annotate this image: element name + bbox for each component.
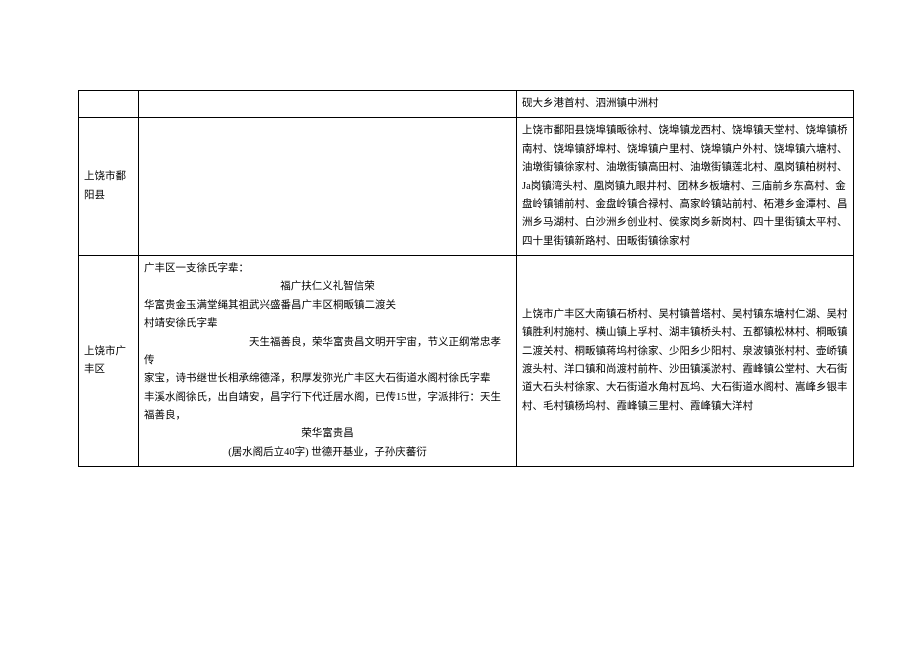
region-cell: 上饶市鄱阳县 [79, 118, 139, 256]
region-cell [79, 91, 139, 118]
villages-cell: 砚大乡港首村、泗洲镇中洲村 [517, 91, 854, 118]
table-row: 上饶市广丰区广丰区一支徐氏字辈：福广扶仁义礼智信荣华富贵金玉满堂绳其祖武兴盛番昌… [79, 256, 854, 467]
document-table-container: 砚大乡港首村、泗洲镇中洲村上饶市鄱阳县 上饶市鄱阳县饶埠镇畈徐村、饶埠镇龙西村、饶… [78, 90, 853, 467]
lineage-cell [139, 118, 517, 256]
villages-cell: 上饶市鄱阳县饶埠镇畈徐村、饶埠镇龙西村、饶埠镇天堂村、饶埠镇桥南村、饶埠镇舒埠村… [517, 118, 854, 256]
lineage-cell [139, 91, 517, 118]
genealogy-table: 砚大乡港首村、泗洲镇中洲村上饶市鄱阳县 上饶市鄱阳县饶埠镇畈徐村、饶埠镇龙西村、饶… [78, 90, 854, 467]
villages-cell: 上饶市广丰区大南镇石桥村、吴村镇普塔村、吴村镇东塘村仁湖、吴村镇胜利村施村、横山… [517, 256, 854, 467]
table-row: 砚大乡港首村、泗洲镇中洲村 [79, 91, 854, 118]
region-cell: 上饶市广丰区 [79, 256, 139, 467]
table-row: 上饶市鄱阳县 上饶市鄱阳县饶埠镇畈徐村、饶埠镇龙西村、饶埠镇天堂村、饶埠镇桥南村、… [79, 118, 854, 256]
lineage-cell: 广丰区一支徐氏字辈：福广扶仁义礼智信荣华富贵金玉满堂绳其祖武兴盛番昌广丰区桐畈镇… [139, 256, 517, 467]
